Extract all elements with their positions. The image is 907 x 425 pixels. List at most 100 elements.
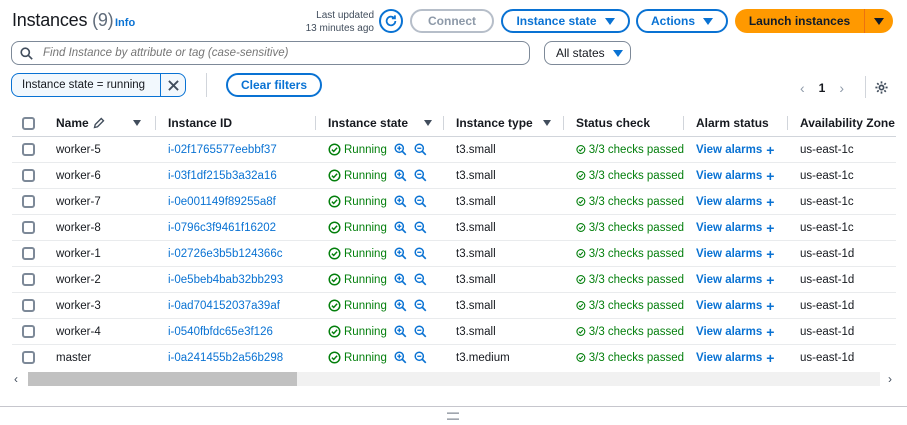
instance-name: worker-1 <box>44 240 156 267</box>
zoom-in-button[interactable] <box>394 325 407 338</box>
view-alarms-link[interactable]: View alarms + <box>696 273 788 287</box>
drag-handle-icon[interactable]: ― ― <box>447 406 459 424</box>
column-header-instance-state[interactable]: Instance state <box>316 110 444 137</box>
table-row[interactable]: master i-0a241455b2a56b298 Running t3.me… <box>12 345 896 371</box>
view-alarms-link[interactable]: View alarms + <box>696 143 788 157</box>
row-select-cell <box>12 214 44 241</box>
zoom-in-button[interactable] <box>394 273 407 286</box>
availability-zone: us-east-1d <box>788 318 896 345</box>
row-checkbox[interactable] <box>22 351 35 365</box>
pagination: ‹ 1 › <box>800 80 844 96</box>
view-alarms-link[interactable]: View alarms + <box>696 247 788 261</box>
zoom-out-button[interactable] <box>414 221 427 234</box>
instance-id-link[interactable]: i-0a241455b2a56b298 <box>168 352 283 364</box>
instance-id-link[interactable]: i-0e001149f89255a8f <box>168 196 276 208</box>
scroll-left-icon[interactable]: ‹ <box>14 372 18 386</box>
zoom-in-button[interactable] <box>394 351 407 364</box>
zoom-in-button[interactable] <box>394 195 407 208</box>
zoom-out-button[interactable] <box>414 351 427 364</box>
remove-filter-button[interactable] <box>160 74 185 96</box>
column-header-instance-type[interactable]: Instance type <box>444 110 564 137</box>
instance-id-link[interactable]: i-03f1df215b3a32a16 <box>168 170 277 182</box>
zoom-in-button[interactable] <box>394 247 407 260</box>
horizontal-scrollbar[interactable]: ‹ › <box>12 372 896 386</box>
zoom-in-icon <box>394 325 407 338</box>
view-alarms-link[interactable]: View alarms + <box>696 325 788 339</box>
chevron-left-icon[interactable]: ‹ <box>800 80 805 96</box>
view-alarms-link[interactable]: View alarms + <box>696 195 788 209</box>
zoom-in-button[interactable] <box>394 299 407 312</box>
launch-dropdown-button[interactable] <box>865 17 893 25</box>
instance-id-link[interactable]: i-0ad704152037a39af <box>168 300 280 312</box>
alarm-status-cell: View alarms + <box>684 266 788 293</box>
instance-id-link[interactable]: i-02f1765577eebbf37 <box>168 144 277 156</box>
instance-name: worker-3 <box>44 292 156 319</box>
column-header-name[interactable]: Name <box>44 110 156 137</box>
caret-down-icon <box>874 17 884 25</box>
state-filter-select[interactable]: All states <box>544 41 631 65</box>
table-row[interactable]: worker-8 i-0796c3f9461f16202 Running t3.… <box>12 214 896 241</box>
current-page[interactable]: 1 <box>819 81 826 95</box>
zoom-out-button[interactable] <box>414 195 427 208</box>
availability-zone: us-east-1c <box>788 214 896 241</box>
connect-button[interactable]: Connect <box>410 9 494 33</box>
table-row[interactable]: worker-1 i-02726e3b5b124366c Running t3.… <box>12 240 896 267</box>
zoom-in-button[interactable] <box>394 221 407 234</box>
table-row[interactable]: worker-6 i-03f1df215b3a32a16 Running t3.… <box>12 162 896 189</box>
status-check-text: 3/3 checks passed <box>588 247 684 260</box>
row-checkbox[interactable] <box>22 195 35 208</box>
row-checkbox[interactable] <box>22 247 35 260</box>
zoom-in-button[interactable] <box>394 143 407 156</box>
actions-button[interactable]: Actions <box>636 9 728 33</box>
launch-instances-label[interactable]: Launch instances <box>735 14 864 28</box>
zoom-out-button[interactable] <box>414 273 427 286</box>
clear-filters-button[interactable]: Clear filters <box>226 73 322 97</box>
view-alarms-link[interactable]: View alarms + <box>696 221 788 235</box>
scroll-right-icon[interactable]: › <box>888 372 892 386</box>
search-bar[interactable] <box>11 41 530 65</box>
zoom-out-button[interactable] <box>414 299 427 312</box>
zoom-out-button[interactable] <box>414 325 427 338</box>
instance-id-link[interactable]: i-0796c3f9461f16202 <box>168 222 276 234</box>
table-row[interactable]: worker-3 i-0ad704152037a39af Running t3.… <box>12 292 896 319</box>
column-header-alarm-status[interactable]: Alarm status <box>684 110 788 137</box>
table-row[interactable]: worker-2 i-0e5beb4bab32bb293 Running t3.… <box>12 266 896 293</box>
sort-icon[interactable] <box>132 120 141 126</box>
table-row[interactable]: worker-4 i-0540fbfdc65e3f126 Running t3.… <box>12 318 896 345</box>
search-input[interactable] <box>41 46 521 60</box>
column-header-status-check[interactable]: Status check <box>564 110 684 137</box>
success-icon <box>328 299 341 312</box>
sort-icon[interactable] <box>424 120 433 126</box>
view-alarms-link[interactable]: View alarms + <box>696 169 788 183</box>
instance-name: worker-2 <box>44 266 156 293</box>
zoom-out-button[interactable] <box>414 169 427 182</box>
row-checkbox[interactable] <box>22 143 35 156</box>
select-all-checkbox[interactable] <box>22 117 35 131</box>
sort-icon[interactable] <box>542 120 551 126</box>
chevron-right-icon[interactable]: › <box>839 80 844 96</box>
row-checkbox[interactable] <box>22 325 35 338</box>
launch-instances-button[interactable]: Launch instances <box>735 9 893 33</box>
zoom-out-button[interactable] <box>414 143 427 156</box>
instance-id-link[interactable]: i-02726e3b5b124366c <box>168 248 282 260</box>
view-alarms-link[interactable]: View alarms + <box>696 351 788 365</box>
refresh-button[interactable] <box>379 9 403 33</box>
column-header-availability-zone[interactable]: Availability Zone <box>788 110 896 137</box>
row-checkbox[interactable] <box>22 273 35 286</box>
view-alarms-link[interactable]: View alarms + <box>696 299 788 313</box>
instance-state-button[interactable]: Instance state <box>501 9 630 33</box>
instance-id-link[interactable]: i-0e5beb4bab32bb293 <box>168 274 283 286</box>
column-header-instance-id[interactable]: Instance ID <box>156 110 316 137</box>
instance-state-cell: Running <box>316 240 444 267</box>
row-checkbox[interactable] <box>22 169 35 182</box>
zoom-in-button[interactable] <box>394 169 407 182</box>
scrollbar-thumb[interactable] <box>28 372 297 386</box>
table-row[interactable]: worker-7 i-0e001149f89255a8f Running t3.… <box>12 188 896 215</box>
row-checkbox[interactable] <box>22 299 35 312</box>
table-row[interactable]: worker-5 i-02f1765577eebbf37 Running t3.… <box>12 136 896 163</box>
zoom-out-button[interactable] <box>414 247 427 260</box>
info-link[interactable]: Info <box>115 17 135 29</box>
row-checkbox[interactable] <box>22 221 35 234</box>
preferences-button[interactable] <box>874 80 889 98</box>
instance-id-link[interactable]: i-0540fbfdc65e3f126 <box>168 326 273 338</box>
